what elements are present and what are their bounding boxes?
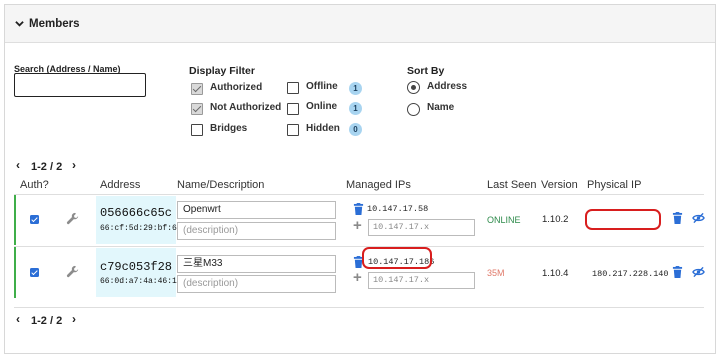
member-version: 1.10.4 <box>542 268 569 279</box>
member-name-input[interactable]: 三星M33 <box>177 255 336 273</box>
member-version: 1.10.2 <box>542 214 569 225</box>
online-count-badge: 1 <box>349 102 362 115</box>
pagination-label: 1-2 / 2 <box>31 315 63 327</box>
new-ip-input[interactable]: 10.147.17.x <box>368 219 475 236</box>
member-mac: 66:cf:5d:29:bf:6 <box>100 224 177 233</box>
header-auth: Auth? <box>20 179 49 191</box>
filter-authorized-label: Authorized <box>210 82 263 93</box>
filter-offline-checkbox[interactable] <box>287 82 299 94</box>
member-description-input[interactable]: (description) <box>177 222 336 240</box>
offline-count-badge: 1 <box>349 82 362 95</box>
chevron-down-icon[interactable] <box>15 19 24 28</box>
managed-ip: 10.147.17.58 <box>367 204 429 214</box>
last-seen: 35M <box>487 268 505 278</box>
filter-online-checkbox[interactable] <box>287 103 299 115</box>
chevron-left-icon[interactable]: ‹ <box>16 312 20 326</box>
member-description-input[interactable]: (description) <box>177 275 336 293</box>
header-address: Address <box>100 179 141 191</box>
sort-by-title: Sort By <box>407 65 445 77</box>
sort-name-label: Name <box>427 102 455 113</box>
authorized-checkbox[interactable] <box>30 268 39 277</box>
wrench-icon[interactable] <box>66 265 79 278</box>
highlight-annotation <box>585 209 661 230</box>
hide-icon[interactable] <box>692 266 705 278</box>
search-input[interactable] <box>14 73 146 97</box>
chevron-right-icon[interactable]: › <box>72 158 76 172</box>
chevron-right-icon[interactable]: › <box>72 312 76 326</box>
hidden-count-badge: 0 <box>349 123 362 136</box>
filter-authorized-checkbox[interactable] <box>191 83 203 95</box>
table-bottom-divider <box>14 307 704 308</box>
filter-offline-label: Offline <box>306 81 338 92</box>
new-ip-input[interactable]: 10.147.17.x <box>368 272 475 289</box>
sort-address-radio[interactable] <box>407 81 420 94</box>
filter-online-label: Online <box>306 101 338 112</box>
filter-not-authorized-label: Not Authorized <box>210 102 282 113</box>
filter-bridges-label: Bridges <box>210 123 248 134</box>
member-address: 056666c65c <box>100 206 173 220</box>
filter-bridges-checkbox[interactable] <box>191 124 203 136</box>
pagination-label: 1-2 / 2 <box>31 161 63 173</box>
plus-icon[interactable]: + <box>353 269 362 286</box>
filter-hidden-label: Hidden <box>306 123 340 134</box>
header-managed-ips: Managed IPs <box>346 179 411 191</box>
header-version: Version <box>541 179 578 191</box>
sort-name-radio[interactable] <box>407 103 420 116</box>
physical-ip: 180.217.228.140 <box>592 269 669 279</box>
last-seen: ONLINE <box>487 215 521 225</box>
filter-not-authorized-checkbox[interactable] <box>191 103 203 115</box>
header-last-seen: Last Seen <box>487 179 537 191</box>
member-name-input[interactable]: Openwrt <box>177 201 336 219</box>
filter-hidden-checkbox[interactable] <box>287 124 299 136</box>
member-address: c79c053f28 <box>100 260 173 274</box>
member-mac: 66:0d:a7:4a:46:1 <box>100 277 177 286</box>
wrench-icon[interactable] <box>66 212 79 225</box>
address-cell: 056666c65c 66:cf:5d:29:bf:6 <box>96 196 177 244</box>
delete-member-trash-icon[interactable] <box>672 212 683 224</box>
delete-member-trash-icon[interactable] <box>672 266 683 278</box>
authorized-checkbox[interactable] <box>30 215 39 224</box>
trash-icon[interactable] <box>353 203 364 215</box>
header-name-description: Name/Description <box>177 179 265 191</box>
hide-icon[interactable] <box>692 212 705 224</box>
plus-icon[interactable]: + <box>353 217 362 234</box>
header-physical-ip: Physical IP <box>587 179 642 191</box>
panel-header[interactable]: Members <box>5 5 715 43</box>
address-cell: c79c053f28 66:0d:a7:4a:46:1 <box>96 248 177 297</box>
highlight-annotation <box>362 247 432 269</box>
display-filter-title: Display Filter <box>189 65 255 77</box>
sort-address-label: Address <box>427 81 468 92</box>
chevron-left-icon[interactable]: ‹ <box>16 158 20 172</box>
panel-title: Members <box>29 18 80 30</box>
